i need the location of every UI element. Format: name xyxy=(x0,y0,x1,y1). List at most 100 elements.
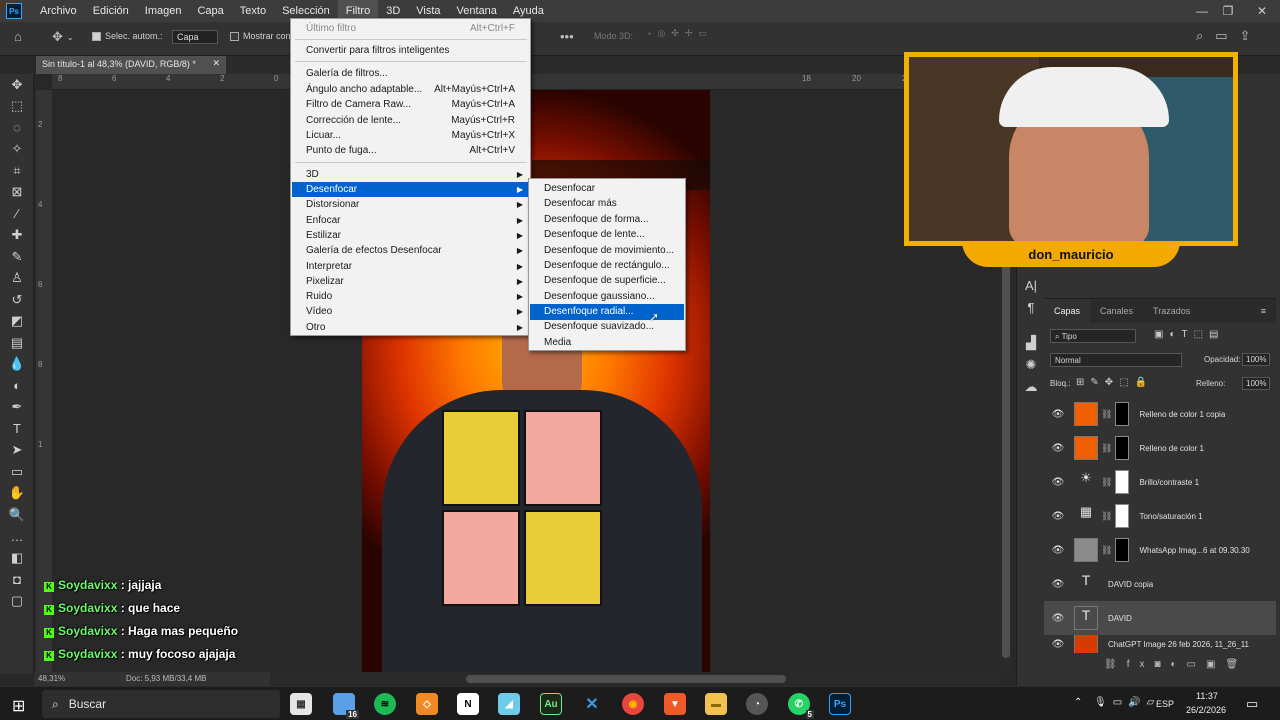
close-tab-icon[interactable]: ✕ xyxy=(212,58,220,69)
menu-item-liquify[interactable]: Licuar... Mayús+Ctrl+X xyxy=(292,128,529,143)
blend-mode-dropdown[interactable]: Normal xyxy=(1050,353,1182,367)
photoshop-taskbar-icon[interactable]: Ps xyxy=(829,693,851,715)
character-panel-icon[interactable]: A| xyxy=(1017,274,1045,296)
camera-3d-icon[interactable]: ▭ xyxy=(698,28,707,39)
eye-icon[interactable]: 👁 xyxy=(1048,477,1068,488)
audition-icon[interactable]: Au xyxy=(540,693,562,715)
marquee-tool-icon[interactable]: ⬚ xyxy=(0,96,34,118)
notes-app-icon[interactable]: ◢ xyxy=(498,693,520,715)
menu-item-distort[interactable]: Distorsionar ▶ xyxy=(292,197,529,212)
menu-item-vanishing-point[interactable]: Punto de fuga... Alt+Ctrl+V xyxy=(292,143,529,158)
gradient-tool-icon[interactable]: ▤ xyxy=(0,332,34,354)
tab-canales[interactable]: Canales xyxy=(1090,299,1143,323)
color-swatches-icon[interactable]: ◧ xyxy=(0,547,34,569)
path-select-icon[interactable]: ➤ xyxy=(0,440,34,462)
restore-icon[interactable]: ❐ xyxy=(1216,0,1240,22)
menu-item-noise[interactable]: Ruido ▶ xyxy=(292,289,529,304)
document-tab[interactable]: Sin título-1 al 48,3% (DAVID, RGB/8) * ✕ xyxy=(36,56,226,74)
menu-capa[interactable]: Capa xyxy=(189,0,231,22)
folder-icon[interactable]: ▬ xyxy=(705,693,727,715)
panel-menu-icon[interactable]: ≡ xyxy=(1251,299,1276,323)
store-icon[interactable]: ▦ xyxy=(290,693,312,715)
notion-icon[interactable]: N xyxy=(457,693,479,715)
eye-icon[interactable]: 👁 xyxy=(1048,545,1068,556)
brave-icon[interactable]: ▼ xyxy=(664,693,686,715)
chevron-down-icon[interactable]: ⌄ xyxy=(67,33,74,42)
menu-item-sharpen[interactable]: Enfocar ▶ xyxy=(292,213,529,228)
tray-icons[interactable]: 🎙▭🔊▱ xyxy=(1094,697,1160,708)
horizontal-scrollbar[interactable] xyxy=(270,672,1000,686)
explorer-app-icon[interactable]: 16 xyxy=(333,693,359,719)
show-transform-checkbox[interactable] xyxy=(230,31,239,41)
layer-filter-dropdown[interactable]: ⌕ Tipo xyxy=(1050,329,1136,343)
frame-tool-icon[interactable]: ⊠ xyxy=(0,182,34,204)
opacity-input[interactable]: 100% xyxy=(1242,353,1271,366)
roll-3d-icon[interactable]: ◎ xyxy=(657,28,665,39)
submenu-item-radial-blur[interactable]: Desenfoque radial... xyxy=(530,304,684,320)
minimize-icon[interactable]: — xyxy=(1190,0,1214,22)
hand-tool-icon[interactable]: ✋ xyxy=(0,483,34,505)
menu-item-adaptive-wide-angle[interactable]: Ángulo ancho adaptable... Alt+Mayús+Ctrl+… xyxy=(292,82,529,97)
layer-row[interactable]: 👁 T DAVID copia xyxy=(1044,567,1276,601)
type-tool-icon[interactable]: T xyxy=(0,418,34,440)
share-icon[interactable]: ⇪ xyxy=(1240,28,1251,44)
layer-row[interactable]: 👁 ⛓ Relleno de color 1 copia xyxy=(1044,397,1276,431)
doc-size-info[interactable]: Doc: 5,93 MB/33,4 MB xyxy=(126,674,206,683)
menu-texto[interactable]: Texto xyxy=(232,0,274,22)
tray-overflow-icon[interactable]: ⌃ xyxy=(1074,697,1082,708)
close-icon[interactable]: ✕ xyxy=(1250,0,1274,22)
lasso-tool-icon[interactable]: ◌ xyxy=(0,117,34,139)
layers-footer-icons[interactable]: ⛓fx◙◐▭▣🗑 xyxy=(1104,659,1248,670)
submenu-item-shape-blur[interactable]: Desenfoque de forma... xyxy=(530,212,684,228)
menu-item-render[interactable]: Interpretar ▶ xyxy=(292,259,529,274)
healing-brush-icon[interactable]: ✚ xyxy=(0,225,34,247)
history-brush-icon[interactable]: ↺ xyxy=(0,289,34,311)
menu-item-camera-raw[interactable]: Filtro de Camera Raw... Mayús+Ctrl+A xyxy=(292,97,529,112)
autoselect-dropdown[interactable]: Capa xyxy=(172,30,218,44)
shape-tool-icon[interactable]: ▭ xyxy=(0,461,34,483)
move-tool-icon[interactable]: ✥ xyxy=(0,74,34,96)
workspace-icon[interactable]: ▭ xyxy=(1215,28,1227,44)
autoselect-checkbox[interactable] xyxy=(92,31,101,41)
layer-row[interactable]: 👁 ChatGPT Image 26 feb 2026, 11_26_11 xyxy=(1044,635,1276,653)
fill-input[interactable]: 100% xyxy=(1242,377,1271,390)
chrome-icon[interactable]: ◉ xyxy=(622,693,644,715)
menu-imagen[interactable]: Imagen xyxy=(137,0,190,22)
move-tool-icon[interactable]: ✥ xyxy=(52,29,63,45)
eraser-icon[interactable]: ◩ xyxy=(0,311,34,333)
menu-item-smart-filters[interactable]: Convertir para filtros inteligentes xyxy=(292,43,529,58)
tab-capas[interactable]: Capas xyxy=(1044,299,1091,323)
vscode-icon[interactable]: ✕ xyxy=(581,693,603,715)
code-app-icon[interactable]: ◇ xyxy=(416,693,438,715)
brush-tool-icon[interactable]: ✎ xyxy=(0,246,34,268)
blur-tool-icon[interactable]: 💧 xyxy=(0,354,34,376)
clock-time[interactable]: 11:37 xyxy=(1196,691,1218,701)
paragraph-panel-icon[interactable]: ¶ xyxy=(1017,296,1045,318)
menu-item-blur[interactable]: Desenfocar ▶ xyxy=(292,182,529,197)
submenu-item-lens-blur[interactable]: Desenfoque de lente... xyxy=(530,227,684,243)
menu-item-other[interactable]: Otro ▶ xyxy=(292,320,529,335)
layer-row[interactable]: 👁 ▦ ⛓ Tono/saturación 1 xyxy=(1044,499,1276,533)
notifications-icon[interactable]: ▭ xyxy=(1246,696,1258,712)
windows-start-icon[interactable]: ⊞ xyxy=(12,696,25,716)
menu-item-lens-correction[interactable]: Corrección de lente... Mayús+Ctrl+R xyxy=(292,113,529,128)
submenu-item-smart-blur[interactable]: Desenfoque suavizado... xyxy=(530,319,684,335)
lock-icons[interactable]: ⊞✎✥⬚🔒 xyxy=(1076,377,1153,388)
submenu-item-average[interactable]: Media xyxy=(530,335,684,351)
home-icon[interactable]: ⌂ xyxy=(14,29,22,44)
histogram-panel-icon[interactable]: ▟ xyxy=(1017,332,1045,354)
stamp-tool-icon[interactable]: ♙ xyxy=(0,268,34,290)
menu-item-pixelate[interactable]: Pixelizar ▶ xyxy=(292,274,529,289)
eye-icon[interactable]: 👁 xyxy=(1048,579,1068,590)
layer-row[interactable]: 👁 ⛓ Relleno de color 1 xyxy=(1044,431,1276,465)
orbit-3d-icon[interactable]: ◔ xyxy=(646,29,651,39)
tab-trazados[interactable]: Trazados xyxy=(1143,299,1200,323)
eye-icon[interactable]: 👁 xyxy=(1048,409,1068,420)
layer-filter-icons[interactable]: ▣◐T⬚▤ xyxy=(1154,329,1225,340)
zoom-level[interactable]: 48,31% xyxy=(38,674,65,683)
libraries-panel-icon[interactable]: ☁ xyxy=(1017,376,1045,398)
layer-row[interactable]: 👁 ☀ ⛓ Brillo/contraste 1 xyxy=(1044,465,1276,499)
submenu-item-blur[interactable]: Desenfocar xyxy=(530,181,684,197)
layer-row[interactable]: 👁 ⛓ WhatsApp Imag...6 at 09.30.30 xyxy=(1044,533,1276,567)
screen-mode-icon[interactable]: ▢ xyxy=(0,590,34,612)
